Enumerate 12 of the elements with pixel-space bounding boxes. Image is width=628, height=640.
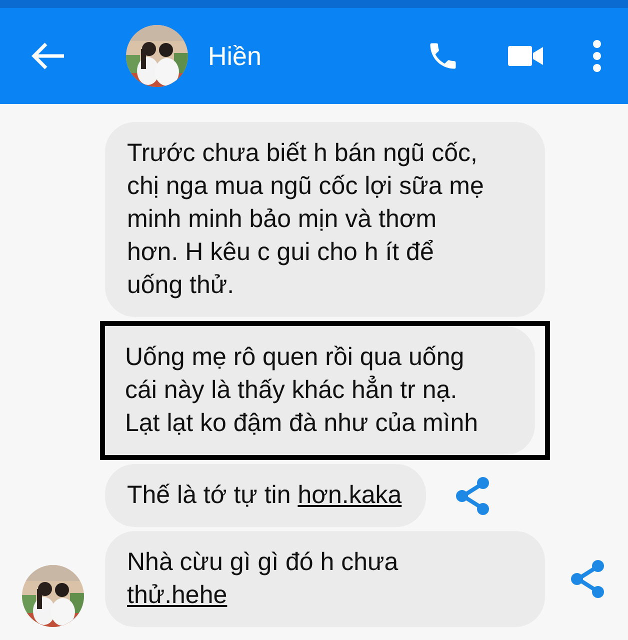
video-camera-icon[interactable] [508,44,544,68]
message-bubble: Nhà cừu gì gì đó h chưa thử.hehe [105,531,545,627]
message-bubble: Trước chưa biết h bán ngũ cốc, chị nga mua ngũ cốc lợi sữa mẹ minh minh bảo mịn và thơm hơn. H kêu c gui cho h ít để uống thử. [105,122,545,317]
link[interactable]: hơn.kaka [298,481,402,509]
message-bubble: Thế là tớ tự tin hơn.kaka [105,464,426,527]
more-options-icon[interactable] [592,39,602,73]
link[interactable]: thử.hehe [127,581,228,609]
contact-name[interactable]: Hiền [208,40,378,72]
share-icon[interactable] [454,476,490,516]
share-icon[interactable] [569,559,605,599]
back-arrow-icon[interactable] [30,41,66,71]
message-bubble: Uống mẹ rô quen rồi qua uống cái này là thấy khác hẳn tr nạ. Lạt lạt ko đậm đà như của mình [105,326,535,455]
